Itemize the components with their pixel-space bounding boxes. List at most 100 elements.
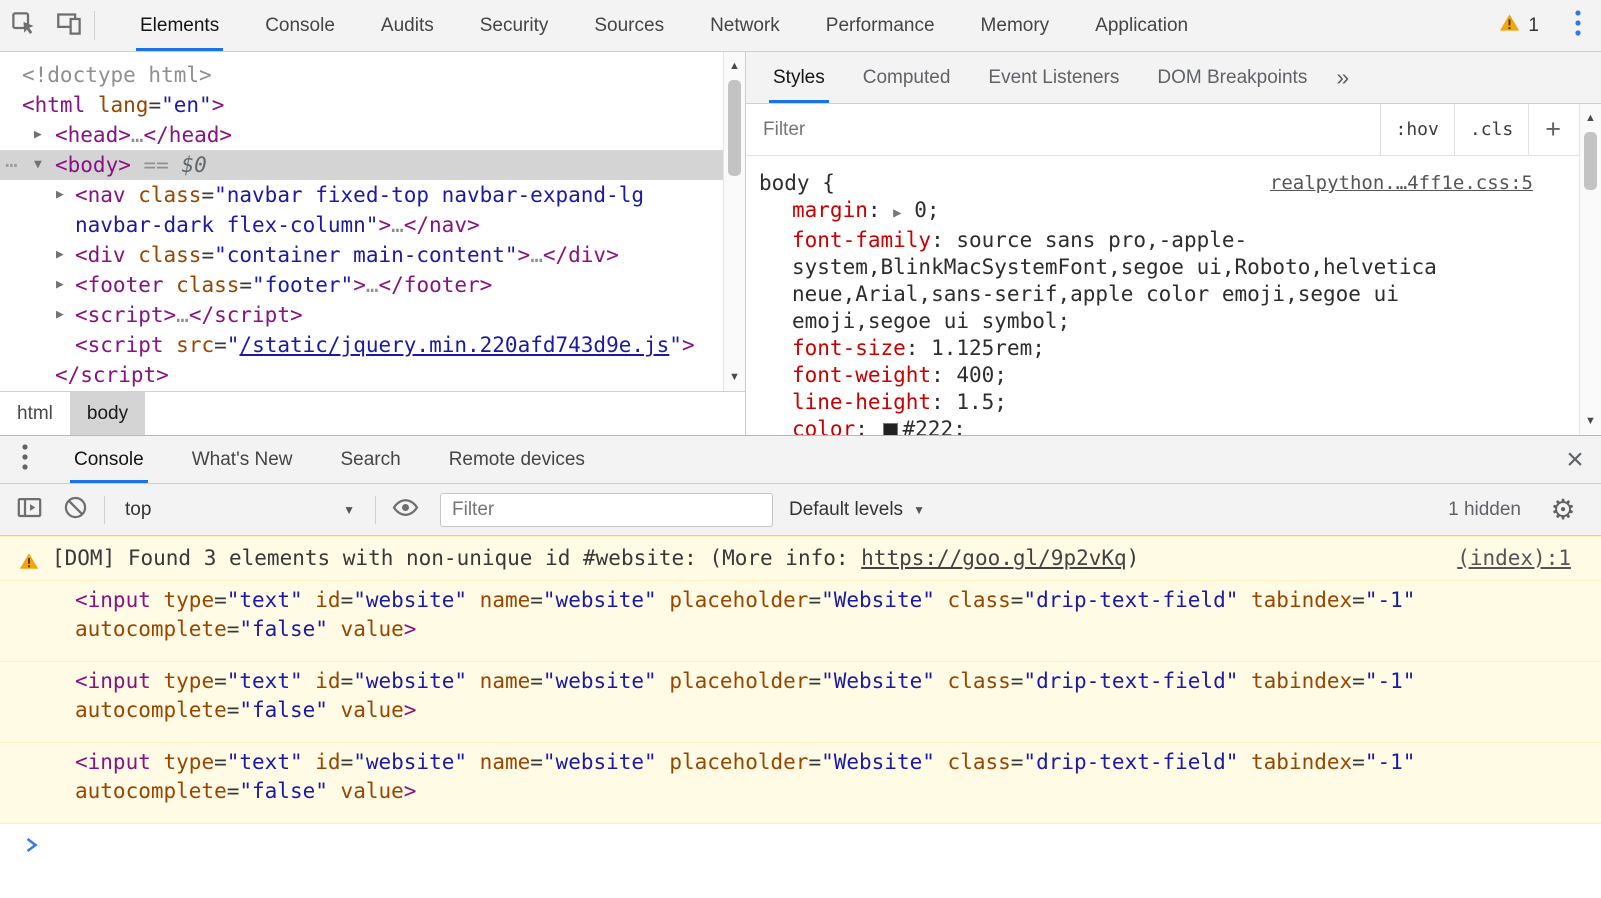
expand-arrow-icon[interactable] <box>56 270 64 300</box>
css-property-line-height[interactable]: line-height: 1.5; <box>759 389 1601 416</box>
dom-node-head[interactable]: <head>…</head> <box>0 120 723 150</box>
scroll-up-icon[interactable] <box>724 56 745 76</box>
devtools-tabs: Elements Console Audits Security Sources… <box>117 0 1211 51</box>
expand-arrow-icon[interactable] <box>56 180 64 210</box>
breadcrumb-body[interactable]: body <box>70 392 145 435</box>
more-actions-icon[interactable] <box>5 150 16 180</box>
dom-node-container-div[interactable]: <div class="container main-content">…</d… <box>0 240 723 270</box>
css-property-color[interactable]: color: #222; <box>759 416 1601 435</box>
tab-application[interactable]: Application <box>1080 0 1203 51</box>
tab-remote-devices[interactable]: Remote devices <box>434 436 600 483</box>
css-property-font-size[interactable]: font-size: 1.125rem; <box>759 335 1601 362</box>
styles-filter-input[interactable] <box>763 104 1380 155</box>
tab-dom-breakpoints[interactable]: DOM Breakpoints <box>1143 52 1321 103</box>
more-info-link[interactable]: https://goo.gl/9p2vKq <box>861 546 1127 570</box>
css-property-margin[interactable]: margin: ▶ 0; <box>759 197 1601 227</box>
tab-security[interactable]: Security <box>465 0 564 51</box>
stylesheet-source-link[interactable]: realpython.…4ff1e.css:5 <box>1270 170 1533 197</box>
dom-tree: <!doctype html> <html lang="en"> <head>…… <box>0 52 723 391</box>
dom-node-nav[interactable]: <nav class="navbar fixed-top navbar-expa… <box>0 180 723 240</box>
tab-elements[interactable]: Elements <box>125 0 234 51</box>
css-rule-body: realpython.…4ff1e.css:5 body { margin: ▶… <box>746 156 1601 435</box>
clear-console-button[interactable] <box>52 494 98 526</box>
live-expression-button[interactable] <box>382 494 428 526</box>
scrollbar-thumb[interactable] <box>728 80 741 176</box>
console-toolbar: top Default levels 1 hidden <box>0 484 1601 536</box>
css-selector: body { <box>759 171 835 195</box>
more-tabs-icon[interactable] <box>1326 52 1359 103</box>
devtools-top-bar: Elements Console Audits Security Sources… <box>0 0 1601 52</box>
console-filter-input[interactable] <box>440 493 773 527</box>
elements-panel: <!doctype html> <html lang="en"> <head>…… <box>0 52 745 435</box>
warning-triangle-icon <box>19 549 39 578</box>
kebab-menu-icon <box>22 444 28 475</box>
tab-audits[interactable]: Audits <box>366 0 449 51</box>
expand-arrow-icon[interactable] <box>34 120 42 150</box>
dom-node-footer[interactable]: <footer class="footer">…</footer> <box>0 270 723 300</box>
scroll-down-icon[interactable] <box>724 367 745 387</box>
collapse-arrow-icon[interactable] <box>34 150 42 180</box>
tab-search[interactable]: Search <box>325 436 415 483</box>
toggle-hover-state-button[interactable]: :hov <box>1380 104 1454 155</box>
scrollbar-thumb[interactable] <box>1584 132 1597 190</box>
toolbar-divider <box>94 11 95 40</box>
tab-whats-new[interactable]: What's New <box>177 436 308 483</box>
console-warning-message[interactable]: (index):1 [DOM] Found 3 elements with no… <box>0 536 1601 581</box>
issues-warning-badge[interactable]: 1 <box>1499 13 1539 38</box>
dom-node-doctype[interactable]: <!doctype html> <box>0 60 723 90</box>
inspect-element-button[interactable] <box>0 0 46 51</box>
chevron-down-icon <box>913 503 925 517</box>
tab-sources[interactable]: Sources <box>579 0 679 51</box>
elements-scrollbar[interactable] <box>723 52 745 391</box>
console-prompt[interactable] <box>0 824 1601 859</box>
console-drawer: Console What's New Search Remote devices… <box>0 435 1601 898</box>
tab-network[interactable]: Network <box>695 0 795 51</box>
kebab-menu-icon <box>1575 10 1581 41</box>
expand-arrow-icon[interactable] <box>56 240 64 270</box>
script-src-link[interactable]: /static/jquery.min.220afd743d9e.js <box>239 333 669 357</box>
device-toolbar-icon <box>56 10 83 42</box>
sidebar-tabs: Styles Computed Event Listeners DOM Brea… <box>746 52 1601 104</box>
tab-console-drawer[interactable]: Console <box>59 436 159 483</box>
css-property-font-family[interactable]: font-family: source sans pro,-apple-syst… <box>759 227 1601 335</box>
drawer-menu-button[interactable] <box>0 436 50 483</box>
css-property-font-weight[interactable]: font-weight: 400; <box>759 362 1601 389</box>
tab-computed[interactable]: Computed <box>849 52 965 103</box>
scroll-down-icon[interactable] <box>1580 411 1601 431</box>
expand-arrow-icon[interactable] <box>56 300 64 330</box>
execution-context-selector[interactable]: top <box>111 499 369 521</box>
tab-styles[interactable]: Styles <box>759 52 839 103</box>
console-logged-element[interactable]: <input type="text" id="website" name="we… <box>0 662 1601 743</box>
dom-node-script-inline[interactable]: <script>…</script> <box>0 300 723 330</box>
dom-node-body-selected[interactable]: <body> == $0 <box>0 150 723 180</box>
dom-node-script-close[interactable]: </script> <box>0 360 723 390</box>
levels-label: Default levels <box>789 499 903 521</box>
warning-count: 1 <box>1528 15 1539 37</box>
dom-node-script-src[interactable]: <script src="/static/jquery.min.220afd74… <box>0 330 723 360</box>
console-sidebar-toggle-button[interactable] <box>6 494 52 526</box>
tab-event-listeners[interactable]: Event Listeners <box>974 52 1133 103</box>
console-logged-element[interactable]: <input type="text" id="website" name="we… <box>0 743 1601 824</box>
source-location-link[interactable]: (index):1 <box>1457 544 1571 573</box>
warning-triangle-icon <box>1499 13 1520 38</box>
console-logged-element[interactable]: <input type="text" id="website" name="we… <box>0 581 1601 662</box>
tab-memory[interactable]: Memory <box>966 0 1065 51</box>
breadcrumb-html[interactable]: html <box>0 392 70 435</box>
chevron-down-icon <box>343 503 355 517</box>
console-settings-button[interactable] <box>1541 496 1585 524</box>
tab-console[interactable]: Console <box>250 0 350 51</box>
drawer-tabs: Console What's New Search Remote devices <box>0 436 1601 484</box>
styles-scrollbar[interactable] <box>1579 104 1601 435</box>
log-levels-dropdown[interactable]: Default levels <box>779 499 935 521</box>
css-selector-line[interactable]: realpython.…4ff1e.css:5 body { <box>759 170 1601 197</box>
tab-performance[interactable]: Performance <box>811 0 950 51</box>
close-drawer-button[interactable] <box>1549 436 1601 483</box>
clear-console-icon <box>62 494 89 526</box>
hidden-messages-count: 1 hidden <box>1448 499 1521 521</box>
scroll-up-icon[interactable] <box>1580 108 1601 128</box>
dom-node-html[interactable]: <html lang="en"> <box>0 90 723 120</box>
new-style-rule-button[interactable]: + <box>1528 104 1577 155</box>
devtools-menu-button[interactable] <box>1555 10 1601 41</box>
device-toolbar-button[interactable] <box>46 0 92 51</box>
toggle-classes-button[interactable]: .cls <box>1454 104 1528 155</box>
